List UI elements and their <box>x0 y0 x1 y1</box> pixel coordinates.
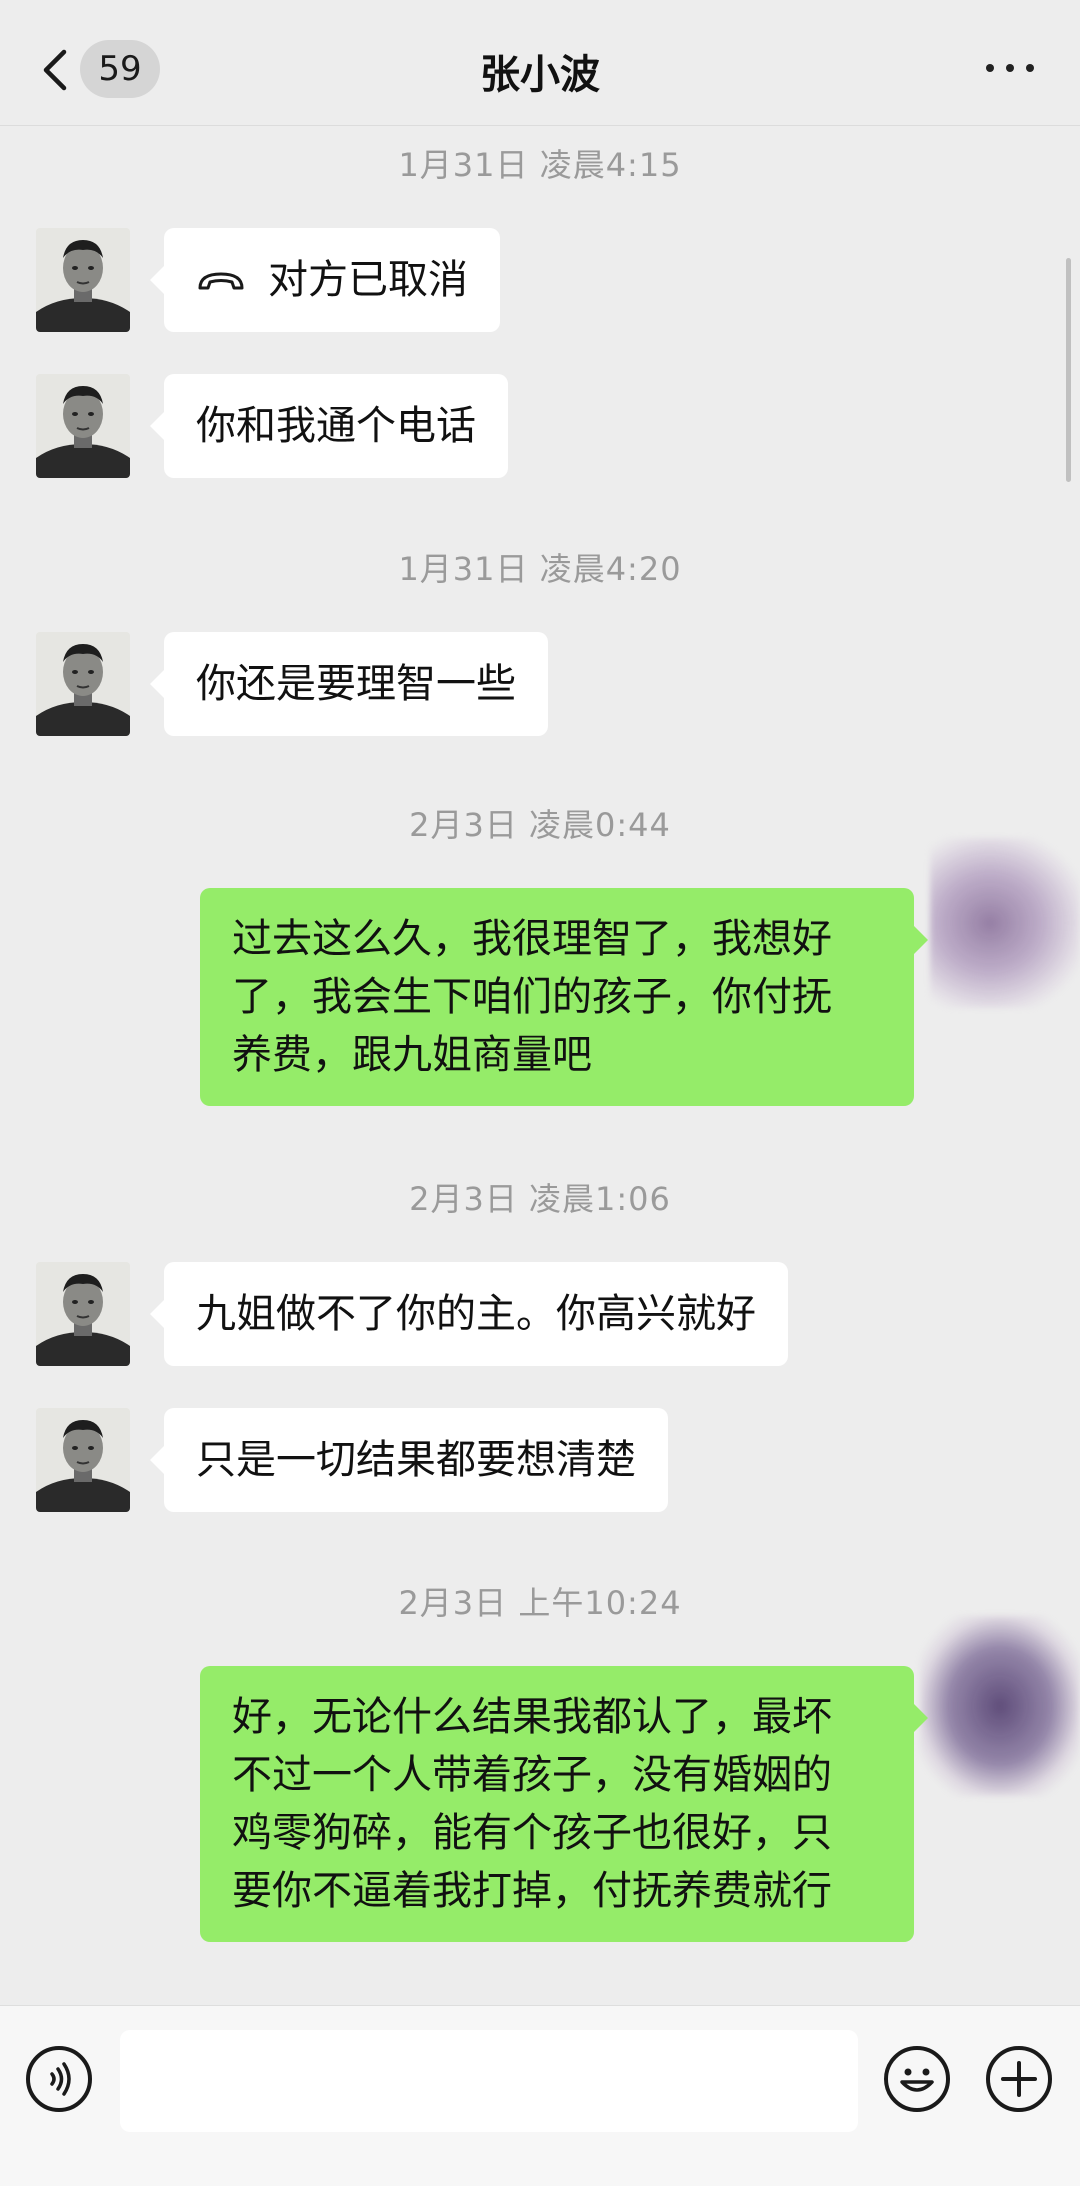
outgoing-message-bubble[interactable]: 过去这么久，我很理智了，我想好 了，我会生下咱们的孩子，你付抚 养费，跟九姐商量… <box>200 888 928 1106</box>
input-toolbar <box>0 2005 1080 2186</box>
timestamp: 2月3日 上午10:24 <box>398 1584 682 1622</box>
contact-avatar[interactable] <box>36 632 130 736</box>
redacted-avatar <box>920 1616 1080 1796</box>
add-more-icon[interactable] <box>986 2046 1052 2112</box>
incoming-message-bubble[interactable]: 你和我通个电话 <box>150 374 508 478</box>
message-line: 了，我会生下咱们的孩子，你付抚 <box>232 974 832 1020</box>
back-arrow-icon[interactable] <box>38 46 74 94</box>
message-input[interactable] <box>120 2030 858 2132</box>
timestamp: 1月31日 凌晨4:15 <box>398 146 682 184</box>
voice-input-icon[interactable] <box>26 2046 92 2112</box>
message-line: 好，无论什么结果我都认了，最坏 <box>232 1694 832 1740</box>
chat-header: 59 张小波 <box>0 0 1080 126</box>
scrollbar[interactable] <box>1066 258 1071 482</box>
timestamp: 2月3日 凌晨1:06 <box>409 1180 671 1218</box>
incoming-message-bubble[interactable]: 对方已取消 <box>150 228 500 332</box>
chat-title: 张小波 <box>480 52 600 98</box>
contact-avatar[interactable] <box>36 1262 130 1366</box>
incoming-message-bubble[interactable]: 九姐做不了你的主。你高兴就好 <box>150 1262 788 1366</box>
timestamp: 2月3日 凌晨0:44 <box>409 806 671 844</box>
message-line: 不过一个人带着孩子，没有婚姻的 <box>232 1752 832 1798</box>
emoji-icon[interactable] <box>884 2046 950 2112</box>
incoming-message-bubble[interactable]: 只是一切结果都要想清楚 <box>150 1408 668 1512</box>
incoming-message-bubble[interactable]: 你还是要理智一些 <box>150 632 548 736</box>
contact-avatar[interactable] <box>36 374 130 478</box>
timestamp: 1月31日 凌晨4:20 <box>398 550 682 588</box>
contact-avatar[interactable] <box>36 1408 130 1512</box>
more-options-icon[interactable] <box>984 60 1036 76</box>
message-line: 鸡零狗碎，能有个孩子也很好，只 <box>232 1810 832 1856</box>
redacted-avatar <box>930 838 1080 1008</box>
message-text: 对方已取消 <box>268 257 468 303</box>
call-cancelled-icon <box>198 272 244 290</box>
unread-count-badge[interactable]: 59 <box>80 40 160 98</box>
contact-avatar[interactable] <box>36 228 130 332</box>
message-line: 养费，跟九姐商量吧 <box>232 1032 592 1078</box>
outgoing-message-bubble[interactable]: 好，无论什么结果我都认了，最坏 不过一个人带着孩子，没有婚姻的 鸡零狗碎，能有个… <box>200 1666 928 1942</box>
message-line: 过去这么久，我很理智了，我想好 <box>232 916 832 962</box>
message-line: 要你不逼着我打掉，付抚养费就行 <box>232 1868 832 1914</box>
